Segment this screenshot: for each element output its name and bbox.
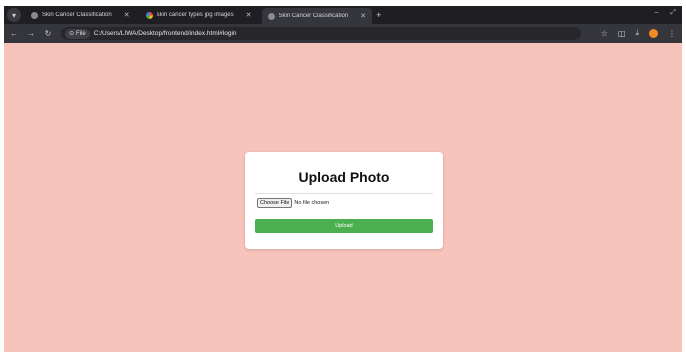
reload-icon[interactable]: ↻	[41, 29, 55, 38]
forward-icon[interactable]: →	[24, 29, 38, 38]
tab-strip: ▾ Skin Cancer Classification ✕ skin canc…	[4, 6, 682, 24]
minimize-icon[interactable]: –	[654, 9, 658, 17]
choose-file-button[interactable]: Choose File	[257, 198, 293, 208]
restore-icon[interactable]: ⤢	[670, 9, 676, 17]
tab-label: skin cancer types jpg images	[156, 12, 234, 18]
upload-card: Upload Photo Choose File No file chosen …	[245, 152, 443, 249]
google-icon	[145, 11, 153, 19]
page-title: Upload Photo	[298, 169, 390, 185]
download-icon[interactable]: ⤓	[635, 28, 639, 38]
extensions-icon[interactable]: ◫	[618, 29, 626, 38]
site-info-label: File	[76, 30, 86, 37]
tab-2[interactable]: skin cancer types jpg images ✕	[140, 8, 258, 22]
bookmark-star-icon[interactable]: ☆	[601, 29, 608, 38]
file-icon: ⊙	[69, 31, 75, 37]
new-tab-button[interactable]: +	[376, 10, 381, 20]
browser-window: ▾ Skin Cancer Classification ✕ skin canc…	[4, 6, 682, 352]
upload-button[interactable]: Upload	[255, 219, 433, 233]
file-input[interactable]: Choose File No file chosen	[257, 198, 329, 208]
close-icon[interactable]: ✕	[246, 11, 252, 19]
close-icon[interactable]: ✕	[360, 12, 366, 20]
url-text[interactable]: C:/Users/LIWA/Desktop/frontend/index.htm…	[94, 30, 237, 37]
tab-1[interactable]: Skin Cancer Classification ✕	[25, 8, 136, 22]
site-info-chip[interactable]: ⊙ File	[65, 28, 90, 39]
back-icon[interactable]: ←	[7, 29, 21, 38]
page-icon	[267, 12, 275, 20]
menu-icon[interactable]: ⋮	[668, 29, 676, 38]
tab-label: Skin Cancer Classification	[278, 13, 349, 19]
tab-3-active[interactable]: Skin Cancer Classification ✕	[261, 8, 373, 24]
tab-search-icon[interactable]: ▾	[7, 8, 21, 22]
close-icon[interactable]: ✕	[124, 11, 130, 19]
file-status-text: No file chosen	[294, 200, 330, 206]
toolbar-actions: ☆ ◫ ⤓ ⋮	[601, 28, 676, 38]
divider	[255, 193, 433, 194]
profile-avatar[interactable]	[649, 28, 658, 38]
tab-label: Skin Cancer Classification	[42, 12, 112, 18]
browser-toolbar: ← → ↻ ⊙ File C:/Users/LIWA/Desktop/front…	[4, 24, 682, 43]
window-controls: – ⤢	[654, 9, 676, 17]
page-icon	[31, 11, 38, 19]
address-bar[interactable]: ⊙ File C:/Users/LIWA/Desktop/frontend/in…	[61, 27, 581, 40]
